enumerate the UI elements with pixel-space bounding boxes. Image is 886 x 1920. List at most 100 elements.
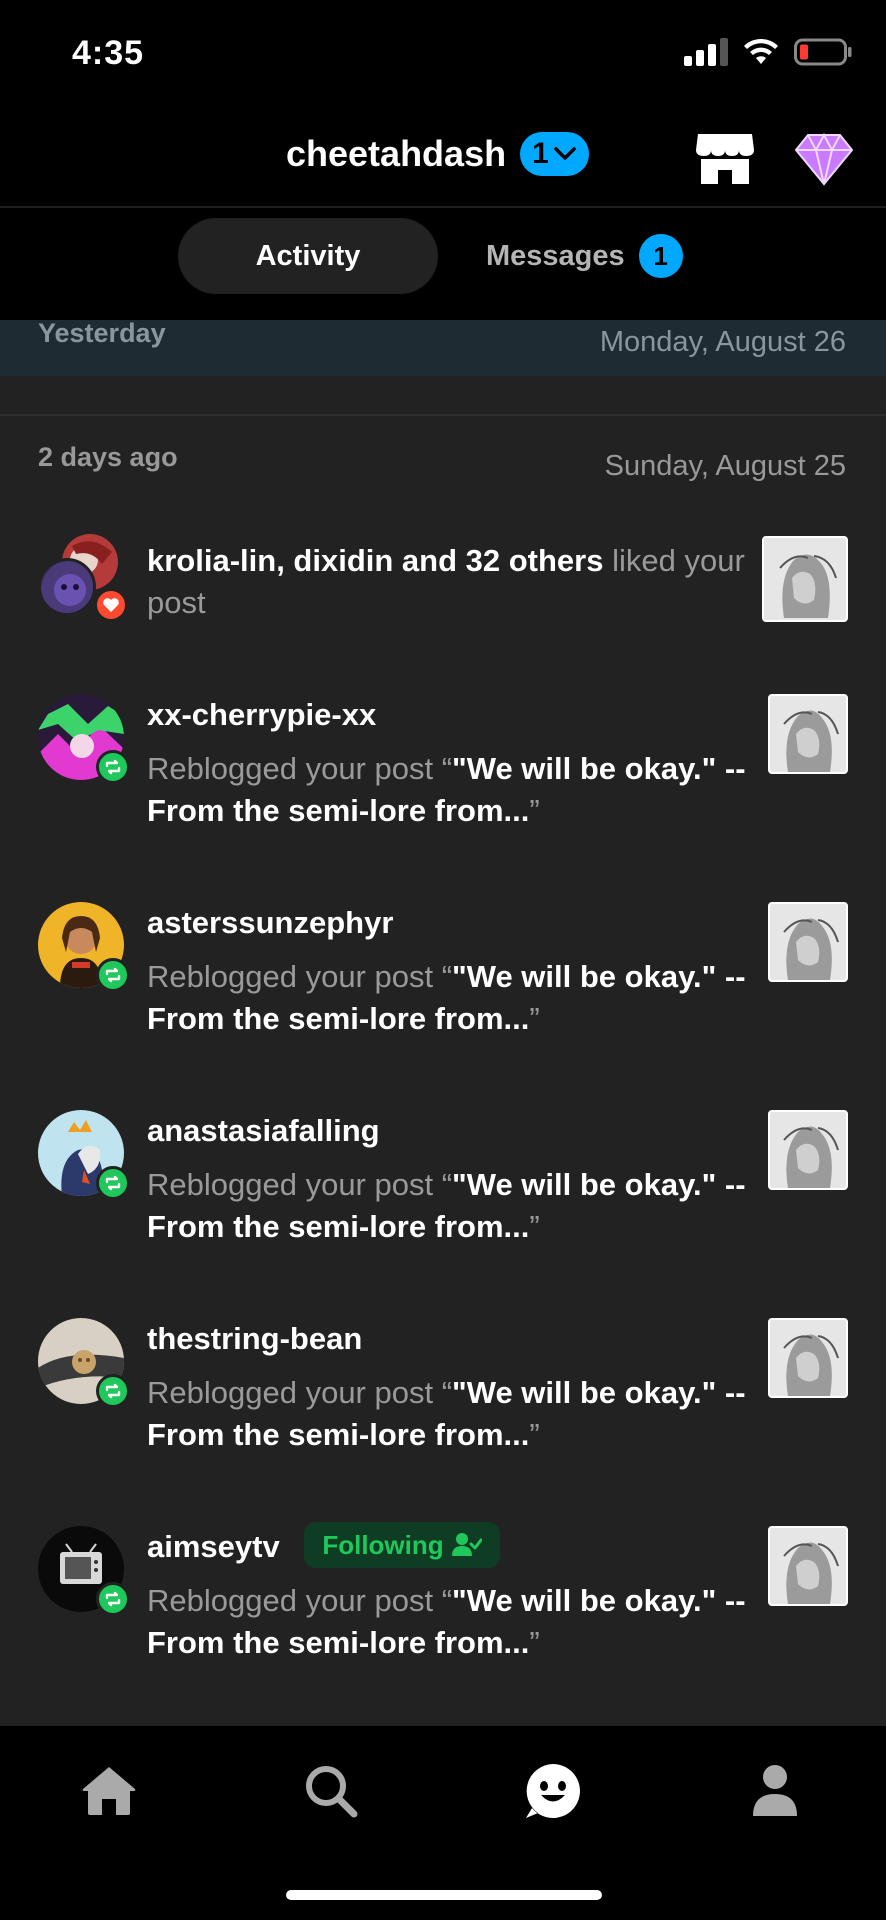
status-bar: 4:35: [0, 0, 886, 110]
section-divider: [0, 414, 886, 416]
section-relative-date: Yesterday: [38, 320, 166, 348]
list-item[interactable]: anastasiafalling Reblogged your post “"W…: [0, 1110, 886, 1310]
notification-text: krolia-lin, dixidin and 32 others liked …: [147, 540, 747, 624]
following-badge[interactable]: Following: [304, 1522, 500, 1568]
tab-bar: Activity Messages 1: [0, 208, 886, 320]
nav-account[interactable]: [740, 1756, 810, 1826]
action-text: Reblogged your post: [147, 959, 434, 994]
chevron-down-icon: [554, 147, 576, 160]
clock: 4:35: [72, 34, 145, 72]
avatar-wrap[interactable]: [38, 1110, 130, 1200]
quote-close: ”: [529, 1001, 540, 1036]
reblog-badge: [96, 1374, 130, 1408]
quote-open: “: [441, 1583, 453, 1618]
avatar-wrap[interactable]: [38, 1318, 130, 1408]
reblog-description: Reblogged your post “"We will be okay." …: [147, 1580, 747, 1664]
quote-close: ”: [529, 1209, 540, 1244]
username-row: aimseytv Following: [147, 1522, 747, 1572]
account-icon: [753, 1765, 797, 1816]
reblog-icon: [105, 967, 121, 983]
gem-icon[interactable]: [794, 132, 854, 191]
blog-count: 1: [532, 137, 549, 170]
messages-badge: 1: [638, 234, 683, 278]
app-header: cheetahdash 1: [0, 110, 886, 208]
username[interactable]: asterssunzephyr: [147, 902, 747, 944]
list-item[interactable]: xx-cherrypie-xx Reblogged your post “"We…: [0, 694, 886, 894]
nav-activity[interactable]: [518, 1756, 588, 1826]
post-thumbnail[interactable]: [762, 536, 848, 622]
reblog-badge: [96, 1582, 130, 1616]
post-thumbnail[interactable]: [768, 1110, 848, 1190]
quote-open: “: [441, 1375, 453, 1410]
tab-activity[interactable]: Activity: [178, 218, 438, 294]
avatar-wrap[interactable]: [38, 694, 130, 784]
post-thumbnail[interactable]: [768, 1318, 848, 1398]
list-item[interactable]: asterssunzephyr Reblogged your post “"We…: [0, 902, 886, 1102]
action-text: Reblogged your post: [147, 1375, 434, 1410]
status-icons: [684, 38, 852, 66]
home-icon: [82, 1767, 136, 1815]
post-thumbnail[interactable]: [768, 694, 848, 774]
home-indicator: [286, 1890, 602, 1900]
reblog-badge: [96, 1166, 130, 1200]
blog-count-badge: 1: [520, 132, 589, 176]
username[interactable]: anastasiafalling: [147, 1110, 747, 1152]
cellular-signal-icon: [684, 38, 728, 66]
notification-text: aimseytv Following Reblogged your post “…: [147, 1522, 747, 1664]
reblog-icon: [105, 1175, 121, 1191]
post-thumbnail[interactable]: [768, 1526, 848, 1606]
nav-home[interactable]: [74, 1756, 144, 1826]
notification-text: thestring-bean Reblogged your post “"We …: [147, 1318, 747, 1456]
tab-messages-label: Messages: [486, 239, 625, 272]
action-text: Reblogged your post: [147, 751, 434, 786]
section-header-yesterday: Yesterday Monday, August 26: [0, 320, 886, 376]
reblog-badge: [96, 750, 130, 784]
activity-face-icon: [526, 1764, 580, 1818]
notification-text: asterssunzephyr Reblogged your post “"We…: [147, 902, 747, 1040]
post-thumbnail[interactable]: [768, 902, 848, 982]
quote-open: “: [441, 959, 453, 994]
quote-close: ”: [529, 1625, 540, 1660]
user-check-icon: [451, 1533, 482, 1556]
list-item[interactable]: aimseytv Following Reblogged your post “…: [0, 1522, 886, 1726]
username[interactable]: xx-cherrypie-xx: [147, 694, 747, 736]
reblog-description: Reblogged your post “"We will be okay." …: [147, 956, 747, 1040]
blog-name: cheetahdash: [286, 133, 507, 174]
reblog-badge: [96, 958, 130, 992]
action-text: Reblogged your post: [147, 1167, 434, 1202]
heart-icon: [103, 598, 119, 612]
reblog-description: Reblogged your post “"We will be okay." …: [147, 1164, 747, 1248]
reblog-icon: [105, 1383, 121, 1399]
action-text: Reblogged your post: [147, 1583, 434, 1618]
quote-close: ”: [529, 793, 540, 828]
like-badge: [94, 588, 128, 622]
shop-icon[interactable]: [694, 130, 756, 191]
usernames[interactable]: krolia-lin, dixidin and 32 others: [147, 543, 603, 578]
username[interactable]: thestring-bean: [147, 1318, 747, 1360]
section-date: Sunday, August 25: [604, 450, 846, 482]
bottom-navigation: [0, 1726, 886, 1920]
search-icon: [306, 1766, 358, 1818]
avatar: [38, 558, 96, 616]
reblog-icon: [105, 759, 121, 775]
quote-close: ”: [529, 1417, 540, 1452]
notification-text: anastasiafalling Reblogged your post “"W…: [147, 1110, 747, 1248]
quote-open: “: [441, 751, 453, 786]
username[interactable]: aimseytv: [147, 1529, 280, 1564]
activity-feed[interactable]: Yesterday Monday, August 26 2 days ago S…: [0, 320, 886, 1726]
avatar-wrap[interactable]: [38, 1526, 130, 1616]
tab-messages[interactable]: Messages 1: [486, 218, 683, 294]
battery-icon: [794, 38, 852, 66]
notification-text: xx-cherrypie-xx Reblogged your post “"We…: [147, 694, 747, 832]
section-relative-date: 2 days ago: [38, 442, 178, 472]
wifi-icon: [744, 38, 778, 64]
list-item[interactable]: thestring-bean Reblogged your post “"We …: [0, 1318, 886, 1518]
avatar-wrap[interactable]: [38, 902, 130, 992]
section-date: Monday, August 26: [599, 326, 846, 358]
reblog-icon: [105, 1591, 121, 1607]
blog-switcher[interactable]: cheetahdash 1: [286, 132, 589, 176]
nav-search[interactable]: [296, 1756, 366, 1826]
avatar-stack[interactable]: [38, 534, 128, 622]
reblog-description: Reblogged your post “"We will be okay." …: [147, 1372, 747, 1456]
reblog-description: Reblogged your post “"We will be okay." …: [147, 748, 747, 832]
